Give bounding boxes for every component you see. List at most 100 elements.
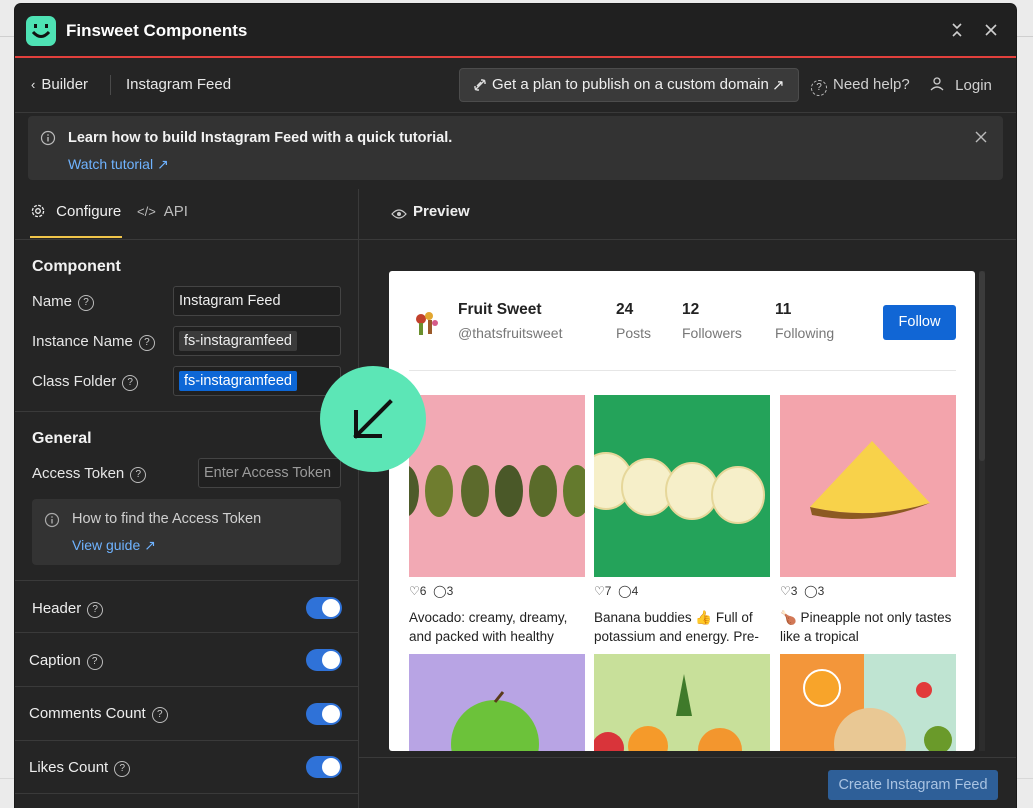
- external-arrow-icon: ↗: [156, 156, 169, 172]
- post-card[interactable]: ♡6 ◯3 Avocado: creamy, dreamy, and packe…: [409, 395, 585, 644]
- collapse-icon[interactable]: [945, 18, 969, 42]
- header-toggle[interactable]: [306, 597, 342, 619]
- stat-posts-label: Posts: [616, 325, 652, 341]
- help-icon[interactable]: ?: [151, 707, 168, 723]
- row-divider: [15, 740, 358, 741]
- stat-following-label: Following: [775, 325, 835, 341]
- caption-toggle-label: Caption?: [29, 652, 103, 670]
- class-folder-chip: fs-instagramfeed: [179, 371, 297, 391]
- banner-title: Learn how to build Instagram Feed with a…: [68, 130, 453, 146]
- help-icon[interactable]: ?: [78, 295, 95, 311]
- view-guide-label: View guide: [72, 537, 141, 553]
- post-stats: ♡3 ◯3: [780, 584, 824, 598]
- general-section-title: General: [32, 430, 92, 447]
- preview-scroll-thumb[interactable]: [979, 271, 985, 461]
- preview-panel: Preview Fruit Sweet @thatsfruitsweet 24 …: [359, 189, 1016, 808]
- create-instagram-feed-button[interactable]: Create Instagram Feed: [828, 770, 998, 800]
- likes-count: 6: [419, 584, 427, 598]
- name-label-text: Name: [32, 293, 73, 310]
- nav-bar: ‹ Builder Instagram Feed Get a plan to pu…: [15, 58, 1016, 113]
- app-window: Finsweet Components ‹ Builder Instagram F…: [15, 4, 1016, 808]
- post-image-apple[interactable]: [409, 654, 585, 751]
- comment-icon: ◯: [618, 584, 632, 598]
- follow-button[interactable]: Follow: [883, 305, 956, 340]
- need-help-button[interactable]: ? Need help?: [811, 76, 910, 96]
- arrow-down-left-icon: [353, 399, 393, 439]
- help-circle-icon: ?: [811, 80, 827, 96]
- help-icon[interactable]: ?: [87, 602, 104, 618]
- likes-count-toggle[interactable]: [306, 756, 342, 778]
- banner-close-icon[interactable]: [974, 130, 988, 149]
- post-card[interactable]: ♡7 ◯4 Banana buddies 👍 Full of potassium…: [594, 395, 770, 644]
- post-image-avocado: [409, 395, 585, 577]
- post-caption: Banana buddies 👍 Full of potassium and e…: [594, 610, 759, 644]
- instance-name-label: Instance Name?: [32, 333, 155, 351]
- component-section-title: Component: [32, 258, 121, 275]
- nav-divider: [110, 75, 111, 95]
- name-input-value: Instagram Feed: [179, 293, 281, 309]
- row-divider: [15, 632, 358, 633]
- name-input[interactable]: Instagram Feed: [173, 286, 341, 316]
- help-icon[interactable]: ?: [114, 761, 131, 777]
- post-stats: ♡6 ◯3: [409, 584, 453, 598]
- panel-tabs: Configure </> API: [15, 189, 358, 240]
- tab-api[interactable]: </> API: [137, 203, 188, 220]
- comment-icon: ◯: [433, 584, 447, 598]
- profile-handle: @thatsfruitsweet: [458, 325, 563, 341]
- app-title: Finsweet Components: [66, 21, 248, 40]
- comments-count-toggle-label: Comments Count?: [29, 705, 168, 723]
- login-label: Login: [955, 77, 992, 94]
- post-stats: ♡7 ◯4: [594, 584, 638, 598]
- hint-text: How to find the Access Token: [72, 511, 262, 527]
- tab-configure-label: Configure: [56, 203, 122, 220]
- stat-following-count: 11: [775, 301, 792, 318]
- post-card[interactable]: ♡3 ◯3 🍗 Pineapple not only tastes like a…: [780, 395, 956, 644]
- post-image-orange-melon[interactable]: [780, 654, 956, 751]
- token-label-text: Access Token: [32, 465, 125, 482]
- comment-icon: ◯: [804, 584, 818, 598]
- help-icon[interactable]: ?: [122, 375, 139, 391]
- stat-followers-count: 12: [682, 301, 700, 318]
- post-image-pineapple-oranges[interactable]: [594, 654, 770, 751]
- class-folder-input[interactable]: fs-instagramfeed: [173, 366, 341, 396]
- eye-icon: [391, 207, 407, 225]
- active-tab-indicator: [30, 236, 122, 238]
- help-icon[interactable]: ?: [130, 467, 147, 483]
- caption-toggle[interactable]: [306, 649, 342, 671]
- likes-count: 7: [604, 584, 612, 598]
- back-to-builder-button[interactable]: ‹ Builder: [31, 76, 88, 93]
- tutorial-banner: Learn how to build Instagram Feed with a…: [28, 116, 1003, 180]
- instance-label-text: Instance Name: [32, 333, 133, 350]
- watch-tutorial-link[interactable]: Watch tutorial ↗: [68, 156, 169, 173]
- info-icon: [40, 130, 56, 151]
- header-toggle-label: Header?: [32, 600, 104, 618]
- heart-icon: ♡: [409, 584, 420, 598]
- get-plan-button[interactable]: Get a plan to publish on a custom domain…: [459, 68, 799, 102]
- stat-followers-label: Followers: [682, 325, 742, 341]
- row-divider: [15, 793, 358, 794]
- comments-count-toggle[interactable]: [306, 703, 342, 725]
- plan-button-label: Get a plan to publish on a custom domain: [492, 76, 769, 93]
- back-label: Builder: [41, 76, 89, 93]
- help-icon[interactable]: ?: [86, 654, 103, 670]
- toggle-label-text: Header: [32, 600, 82, 617]
- heart-icon: ♡: [594, 584, 605, 598]
- no-link-icon: [472, 77, 488, 97]
- resize-handle[interactable]: [320, 366, 426, 472]
- access-token-label: Access Token?: [32, 465, 147, 483]
- need-help-label: Need help?: [833, 76, 910, 93]
- login-button[interactable]: Login: [929, 76, 992, 94]
- preview-title: Preview: [413, 203, 470, 220]
- name-label: Name?: [32, 293, 95, 311]
- help-icon[interactable]: ?: [138, 335, 155, 351]
- instance-name-input[interactable]: fs-instagramfeed: [173, 326, 341, 356]
- close-icon[interactable]: [979, 18, 1003, 42]
- view-guide-link[interactable]: View guide ↗: [72, 537, 156, 554]
- external-arrow-icon: ↗: [772, 77, 785, 94]
- watch-tutorial-label: Watch tutorial: [68, 156, 154, 172]
- post-image-pineapple: [780, 395, 956, 577]
- instance-name-chip: fs-instagramfeed: [179, 331, 297, 351]
- tab-configure[interactable]: Configure: [30, 203, 121, 220]
- external-arrow-icon: ↗: [144, 537, 156, 553]
- post-caption: Avocado: creamy, dreamy, and packed with…: [409, 610, 568, 644]
